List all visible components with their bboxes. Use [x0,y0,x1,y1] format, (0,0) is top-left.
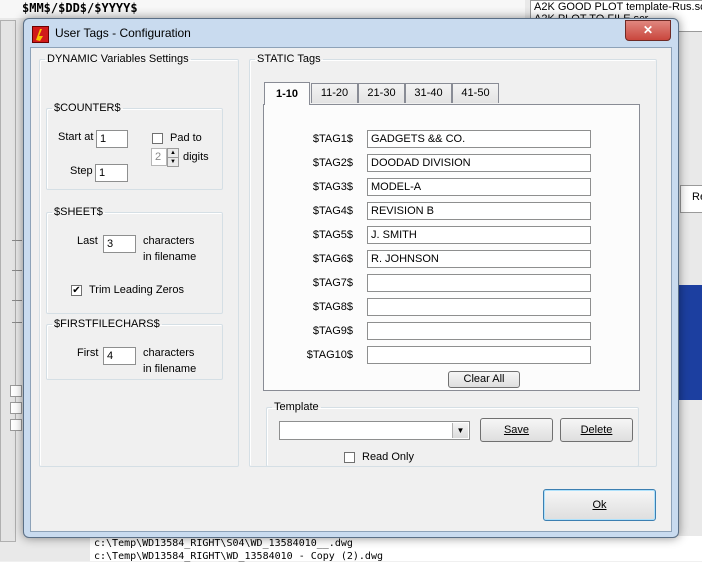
tag-label: $TAG6$ [312,253,353,265]
tab-41-50[interactable]: 41-50 [452,83,499,103]
read-only-checkbox[interactable] [344,452,355,463]
background-checkbox [10,419,22,431]
tag-value-input[interactable] [367,298,591,316]
firstfilechars-legend: $FIRSTFILECHARS$ [54,318,160,330]
digits-label: digits [183,151,209,163]
tag-label: $TAG3$ [312,181,353,193]
tag-value-input[interactable]: MODEL-A [367,178,591,196]
tab-1-10[interactable]: 1-10 [264,82,310,105]
background-file-line: A2K GOOD PLOT template-Rus.scr [534,1,702,13]
background-output-line: c:\Temp\WD13584_RIGHT\S04\WD_13584010__.… [94,538,353,549]
close-icon: ✕ [642,23,654,37]
start-at-label: Start at [58,131,94,143]
background-output-line: c:\Temp\WD13584_RIGHT\WD_13584010 - Copy… [94,551,383,562]
tag-label: $TAG8$ [312,301,353,313]
tag-value-input[interactable] [367,274,591,292]
firstfile-filename-label: in filename [143,363,197,375]
tag-label: $TAG1$ [312,133,353,145]
sheet-legend: $SHEET$ [54,206,103,218]
pad-digits-spinner[interactable]: ▲ ▼ [167,148,179,167]
background-header: $MM$/$DD$/$YYYY$ [0,0,525,18]
tab-31-40[interactable]: 31-40 [405,83,452,103]
tag-label: $TAG5$ [312,229,353,241]
background-date-format: $MM$/$DD$/$YYYY$ [22,1,138,15]
tag-label: $TAG2$ [312,157,353,169]
pad-digits-input[interactable]: 2 [151,148,167,166]
tag-value-input[interactable]: DOODAD DIVISION [367,154,591,172]
pad-to-checkbox[interactable] [152,133,163,144]
clear-all-button[interactable]: Clear All [448,371,520,388]
background-divider [12,240,22,241]
first-chars-input[interactable]: 4 [103,347,136,365]
window-title: User Tags - Configuration [55,26,191,40]
tag-label: $TAG7$ [312,277,353,289]
tag-value-input[interactable]: GADGETS && CO. [367,130,591,148]
read-only-label: Read Only [362,451,414,463]
template-legend: Template [274,401,319,413]
static-tags-legend: STATIC Tags [257,53,321,65]
pad-to-label: Pad to [170,132,202,144]
check-icon: ✔ [72,285,81,296]
trim-leading-zeros-label: Trim Leading Zeros [89,284,184,296]
save-button[interactable]: Save [480,418,553,442]
step-label: Step [70,165,93,177]
spin-up-icon[interactable]: ▲ [167,148,179,158]
tab-21-30[interactable]: 21-30 [358,83,405,103]
tag-label: $TAG4$ [312,205,353,217]
background-divider [12,270,22,271]
firstfile-characters-label: characters [143,347,195,359]
tag-value-input[interactable] [367,322,591,340]
last-label: Last [77,235,98,247]
start-at-input[interactable]: 1 [96,130,128,148]
ok-button[interactable]: Ok [543,489,656,521]
chevron-down-icon[interactable]: ▼ [452,423,468,438]
trim-leading-zeros-checkbox[interactable]: ✔ [71,285,82,296]
tab-11-20[interactable]: 11-20 [311,83,358,103]
tag-value-input[interactable]: R. JOHNSON [367,250,591,268]
tag-value-input[interactable] [367,346,591,364]
step-input[interactable]: 1 [95,164,128,182]
spin-down-icon[interactable]: ▼ [167,158,179,167]
tag-value-input[interactable]: REVISION B [367,202,591,220]
background-button-label: Re [692,191,702,203]
background-button: Re [680,185,702,213]
sheet-filename-label: in filename [143,251,197,263]
delete-button[interactable]: Delete [560,418,633,442]
close-button[interactable]: ✕ [625,20,671,41]
background-checkbox [10,402,22,414]
app-icon [32,26,49,43]
title-bar[interactable]: User Tags - Configuration ✕ [24,19,678,47]
background-output-list: c:\Temp\WD13584_RIGHT\S04\WD_13584010__.… [90,536,702,562]
sheet-group: $SHEET$ [46,206,223,314]
background-blue-panel [678,285,702,400]
background-left-strip [0,20,16,542]
tag-value-input[interactable]: J. SMITH [367,226,591,244]
last-chars-input[interactable]: 3 [103,235,136,253]
dialog-client-area: DYNAMIC Variables Settings $COUNTER$ Sta… [30,47,672,532]
first-label: First [77,347,99,359]
dynamic-variables-legend: DYNAMIC Variables Settings [47,53,189,65]
sheet-characters-label: characters [143,235,195,247]
tag-label: $TAG9$ [312,325,353,337]
template-select[interactable]: ▼ [279,421,470,440]
tag-label: $TAG10$ [306,349,353,361]
counter-legend: $COUNTER$ [54,102,121,114]
background-divider [12,300,22,301]
background-divider [12,322,22,323]
background-checkbox [10,385,22,397]
user-tags-dialog: User Tags - Configuration ✕ DYNAMIC Vari… [23,18,679,538]
